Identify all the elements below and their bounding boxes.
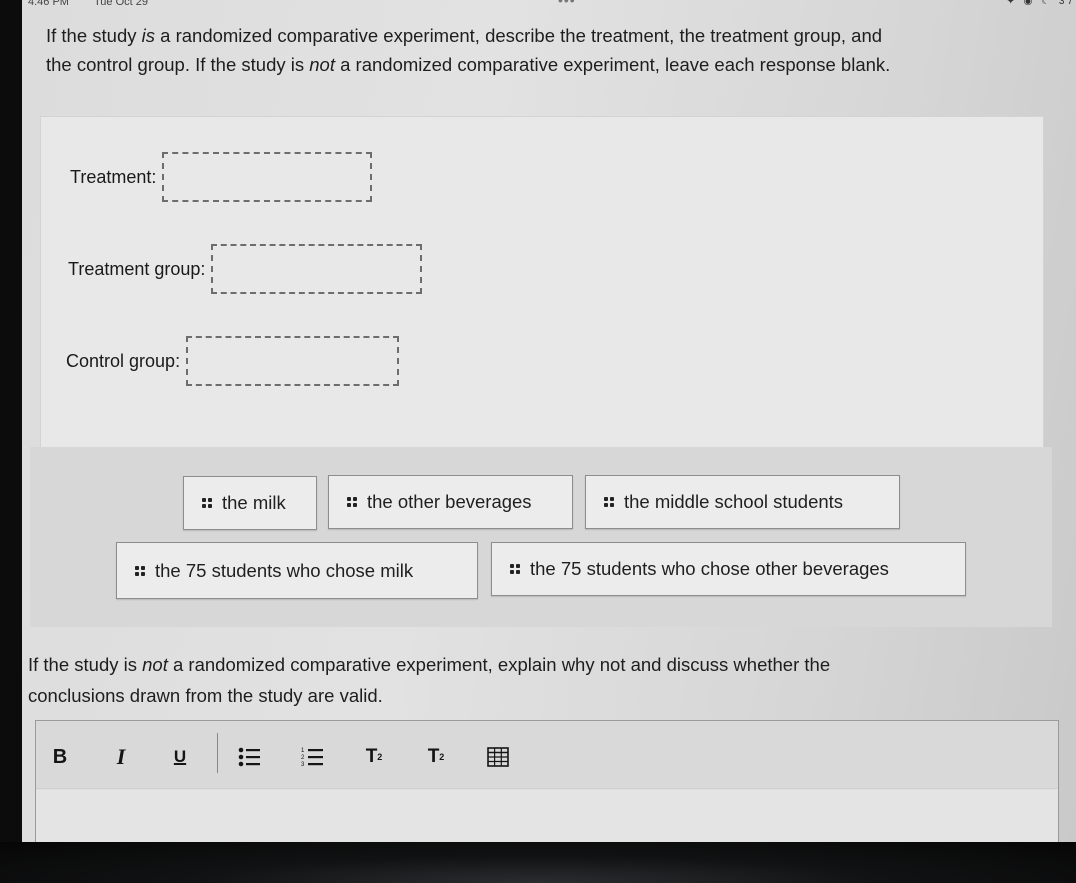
status-icons: ✦ ◉ ☾ 37	[1006, 0, 1076, 7]
control-group-label: Control group:	[66, 350, 181, 371]
question-instructions: If the study is a randomized comparative…	[46, 22, 906, 79]
rich-text-editor: B I U 1 2 3 T2 T 2	[35, 720, 1059, 842]
drag-handle-icon[interactable]	[202, 498, 212, 508]
screen: 4:46 PM Tue Oct 29 ••• ✦ ◉ ☾ 37 If the s…	[22, 0, 1076, 842]
drag-handle-icon[interactable]	[347, 497, 357, 507]
superscript-icon: T	[365, 746, 378, 767]
underline-button[interactable]: U	[168, 743, 192, 771]
treatment-label: Treatment:	[70, 166, 157, 187]
status-time: 4:46 PM	[28, 0, 69, 8]
editor-text-area[interactable]	[36, 790, 1058, 842]
answer-chip-75-students-other-beverages[interactable]: the 75 students who chose other beverage…	[491, 542, 966, 596]
device-bezel	[0, 842, 1076, 883]
treatment-row: Treatment:	[70, 152, 373, 202]
numbered-list-icon: 1 2 3	[301, 748, 323, 768]
answer-chip-the-milk[interactable]: the milk	[183, 476, 317, 530]
prompt-text: If the study is	[28, 654, 143, 675]
intro-emphasis-not: not	[309, 53, 335, 75]
svg-text:3: 3	[301, 762, 305, 768]
italic-button[interactable]: I	[109, 743, 133, 771]
intro-emphasis-is: is	[141, 25, 156, 46]
svg-text:1: 1	[301, 748, 305, 754]
numbered-list-button[interactable]: 1 2 3	[301, 743, 325, 771]
prompt-emphasis-not: not	[142, 654, 168, 675]
toolbar-divider	[217, 733, 218, 773]
bulleted-list-button[interactable]	[238, 743, 262, 771]
status-date: Tue Oct 29	[94, 0, 149, 8]
subscript-icon: T	[427, 746, 440, 767]
table-icon	[487, 747, 509, 767]
chip-label: the 75 students who chose other beverage…	[530, 558, 889, 579]
bulleted-list-icon	[238, 747, 260, 767]
drag-handle-icon[interactable]	[510, 564, 520, 574]
chip-label: the middle school students	[624, 491, 844, 512]
drag-handle-icon[interactable]	[604, 497, 614, 507]
chip-label: the other beverages	[367, 491, 532, 512]
answer-chip-the-other-beverages[interactable]: the other beverages	[328, 475, 573, 529]
intro-text: a randomized comparative experiment, lea…	[334, 53, 891, 75]
answer-chip-75-students-milk[interactable]: the 75 students who chose milk	[116, 542, 478, 599]
status-bar: 4:46 PM Tue Oct 29 ••• ✦ ◉ ☾ 37	[22, 0, 1076, 10]
answer-bank: the milk the other beverages the middle …	[30, 447, 1052, 627]
insert-table-button[interactable]	[486, 743, 510, 771]
answer-panel: Treatment: Treatment group: Control grou…	[40, 116, 1044, 447]
multitasking-dots-icon[interactable]: •••	[558, 0, 576, 8]
editor-toolbar: B I U 1 2 3 T2 T 2	[36, 721, 1058, 789]
explanation-prompt: If the study is not a randomized compara…	[28, 649, 908, 711]
chip-label: the 75 students who chose milk	[155, 559, 414, 581]
treatment-group-label: Treatment group:	[68, 258, 206, 279]
control-group-row: Control group:	[66, 336, 400, 386]
svg-text:2: 2	[301, 755, 305, 761]
intro-text: If the study	[46, 25, 142, 46]
subscript-mark: 2	[439, 752, 445, 762]
control-group-drop-target[interactable]	[186, 336, 400, 386]
treatment-group-row: Treatment group:	[68, 244, 423, 294]
superscript-button[interactable]: T2	[362, 743, 386, 771]
superscript-mark: 2	[377, 752, 383, 762]
chip-label: the milk	[222, 492, 286, 513]
bold-button[interactable]: B	[48, 743, 72, 771]
treatment-drop-target[interactable]	[162, 152, 373, 202]
subscript-button[interactable]: T2	[424, 743, 448, 771]
treatment-group-drop-target[interactable]	[211, 244, 423, 294]
drag-handle-icon[interactable]	[135, 565, 145, 576]
answer-chip-the-middle-school-students[interactable]: the middle school students	[585, 475, 900, 529]
